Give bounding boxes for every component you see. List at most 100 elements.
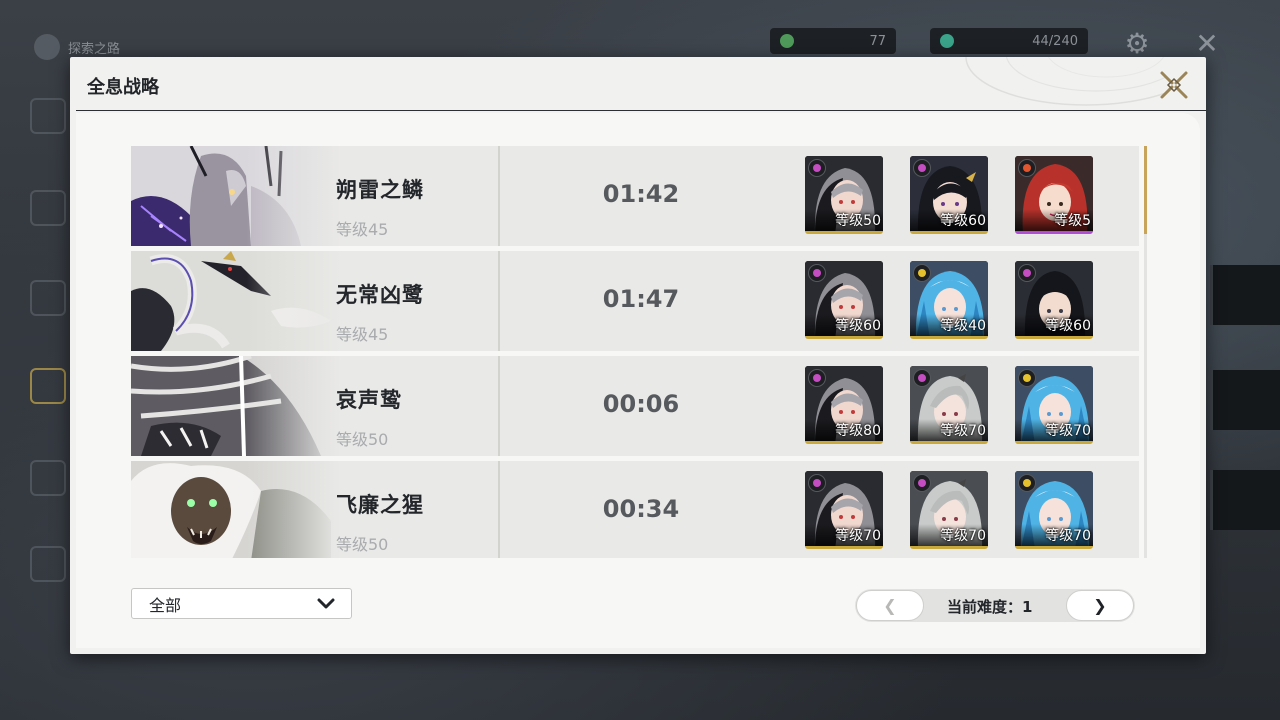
team-member-avatar[interactable]: 等级80	[805, 366, 883, 444]
close-button[interactable]	[1156, 67, 1192, 103]
record-row[interactable]: 无常凶鹭 等级45 01:47 等级60 等级40 等级60	[131, 251, 1139, 351]
element-icon	[913, 159, 931, 177]
currency-display-2: 44/240	[930, 28, 1088, 54]
boss-image	[131, 251, 341, 351]
record-row[interactable]: 哀声鸷 等级50 00:06 等级80 等级70 等级70	[131, 356, 1139, 456]
sidebar-icon-1	[30, 98, 66, 134]
character-level: 等级5	[1054, 213, 1091, 229]
team-member-avatar[interactable]: 等级40	[910, 261, 988, 339]
element-icon	[1018, 474, 1036, 492]
dialog-title: 全息战略	[87, 77, 159, 98]
clear-time: 01:42	[602, 180, 680, 208]
clear-time: 01:47	[602, 285, 680, 313]
boss-name: 飞廉之猩	[336, 493, 424, 517]
team-lineup: 等级70 等级70 等级70	[805, 471, 1093, 549]
gear-icon: ⚙	[1124, 26, 1150, 60]
element-icon	[913, 264, 931, 282]
clear-time: 00:06	[602, 390, 680, 418]
character-level: 等级70	[940, 423, 986, 439]
character-level: 等级70	[1045, 528, 1091, 544]
chevron-right-icon: ❯	[1093, 596, 1107, 615]
boss-name: 无常凶鹭	[336, 283, 424, 307]
difficulty-pager: ❮ 当前难度：1 ❯	[855, 589, 1135, 622]
compass-icon	[34, 34, 60, 60]
sidebar-icon-3	[30, 280, 66, 316]
boss-level: 等级50	[336, 535, 389, 554]
boss-level: 等级50	[336, 430, 389, 449]
element-icon	[913, 369, 931, 387]
boss-portrait	[131, 461, 341, 558]
character-level: 等级80	[835, 423, 881, 439]
character-level: 等级70	[835, 528, 881, 544]
currency-display-1: 77	[770, 28, 896, 54]
divider	[498, 251, 500, 351]
element-icon	[1018, 369, 1036, 387]
filter-selected-value: 全部	[149, 595, 182, 615]
character-level: 等级50	[835, 213, 881, 229]
chevron-down-icon	[317, 598, 335, 608]
boss-level: 等级45	[336, 220, 389, 239]
team-member-avatar[interactable]: 等级5	[1015, 156, 1093, 234]
element-icon	[808, 369, 826, 387]
close-icon-background: ✕	[1195, 26, 1219, 60]
team-member-avatar[interactable]: 等级60	[1015, 261, 1093, 339]
close-icon	[1160, 71, 1188, 99]
team-member-avatar[interactable]: 等级70	[1015, 471, 1093, 549]
character-level: 等级70	[1045, 423, 1091, 439]
element-icon	[808, 264, 826, 282]
team-lineup: 等级60 等级40 等级60	[805, 261, 1093, 339]
team-member-avatar[interactable]: 等级70	[805, 471, 883, 549]
divider	[498, 461, 500, 558]
team-member-avatar[interactable]: 等级70	[910, 366, 988, 444]
background-panel	[1210, 470, 1280, 530]
element-icon	[808, 474, 826, 492]
sidebar-icon-6	[30, 546, 66, 582]
divider	[498, 146, 500, 246]
record-row[interactable]: 飞廉之猩 等级50 00:34 等级70 等级70 等级70	[131, 461, 1139, 558]
chevron-left-icon: ❮	[883, 596, 897, 615]
decorative-arcs	[965, 57, 1166, 106]
boss-portrait	[131, 356, 341, 456]
boss-portrait	[131, 146, 341, 246]
background-panel	[1210, 265, 1280, 325]
team-lineup: 等级50 等级60 等级5	[805, 156, 1093, 234]
record-row[interactable]: 朔雷之鳞 等级45 01:42 等级50 等级60 等级5	[131, 146, 1139, 246]
team-member-avatar[interactable]: 等级70	[1015, 366, 1093, 444]
element-icon	[808, 159, 826, 177]
boss-level: 等级45	[336, 325, 389, 344]
current-difficulty-label: 当前难度：1	[947, 598, 1033, 616]
clear-time: 00:34	[602, 495, 680, 523]
sidebar-icon-2	[30, 190, 66, 226]
next-difficulty-button[interactable]: ❯	[1066, 590, 1134, 621]
boss-name: 朔雷之鳞	[336, 178, 424, 202]
character-level: 等级40	[940, 318, 986, 334]
boss-image	[131, 146, 341, 246]
record-list: 朔雷之鳞 等级45 01:42 等级50 等级60 等级5 无常凶鹭 等级45 …	[131, 146, 1139, 558]
element-icon	[1018, 159, 1036, 177]
team-member-avatar[interactable]: 等级70	[910, 471, 988, 549]
boss-image	[131, 461, 341, 558]
sidebar-icon-5	[30, 460, 66, 496]
character-level: 等级60	[1045, 318, 1091, 334]
element-icon	[1018, 264, 1036, 282]
filter-dropdown[interactable]: 全部	[131, 588, 352, 619]
team-member-avatar[interactable]: 等级50	[805, 156, 883, 234]
boss-name: 哀声鸷	[336, 388, 402, 412]
character-level: 等级70	[940, 528, 986, 544]
title-divider	[76, 110, 1206, 111]
team-lineup: 等级80 等级70 等级70	[805, 366, 1093, 444]
element-icon	[913, 474, 931, 492]
boss-portrait	[131, 251, 341, 351]
team-member-avatar[interactable]: 等级60	[910, 156, 988, 234]
character-level: 等级60	[835, 318, 881, 334]
divider	[498, 356, 500, 456]
boss-image	[131, 356, 341, 456]
sidebar-icon-4	[30, 368, 66, 404]
background-panel	[1210, 370, 1280, 430]
character-level: 等级60	[940, 213, 986, 229]
currency-icon	[780, 34, 794, 48]
scrollbar-thumb[interactable]	[1144, 146, 1147, 234]
team-member-avatar[interactable]: 等级60	[805, 261, 883, 339]
prev-difficulty-button[interactable]: ❮	[856, 590, 924, 621]
energy-icon	[940, 34, 954, 48]
